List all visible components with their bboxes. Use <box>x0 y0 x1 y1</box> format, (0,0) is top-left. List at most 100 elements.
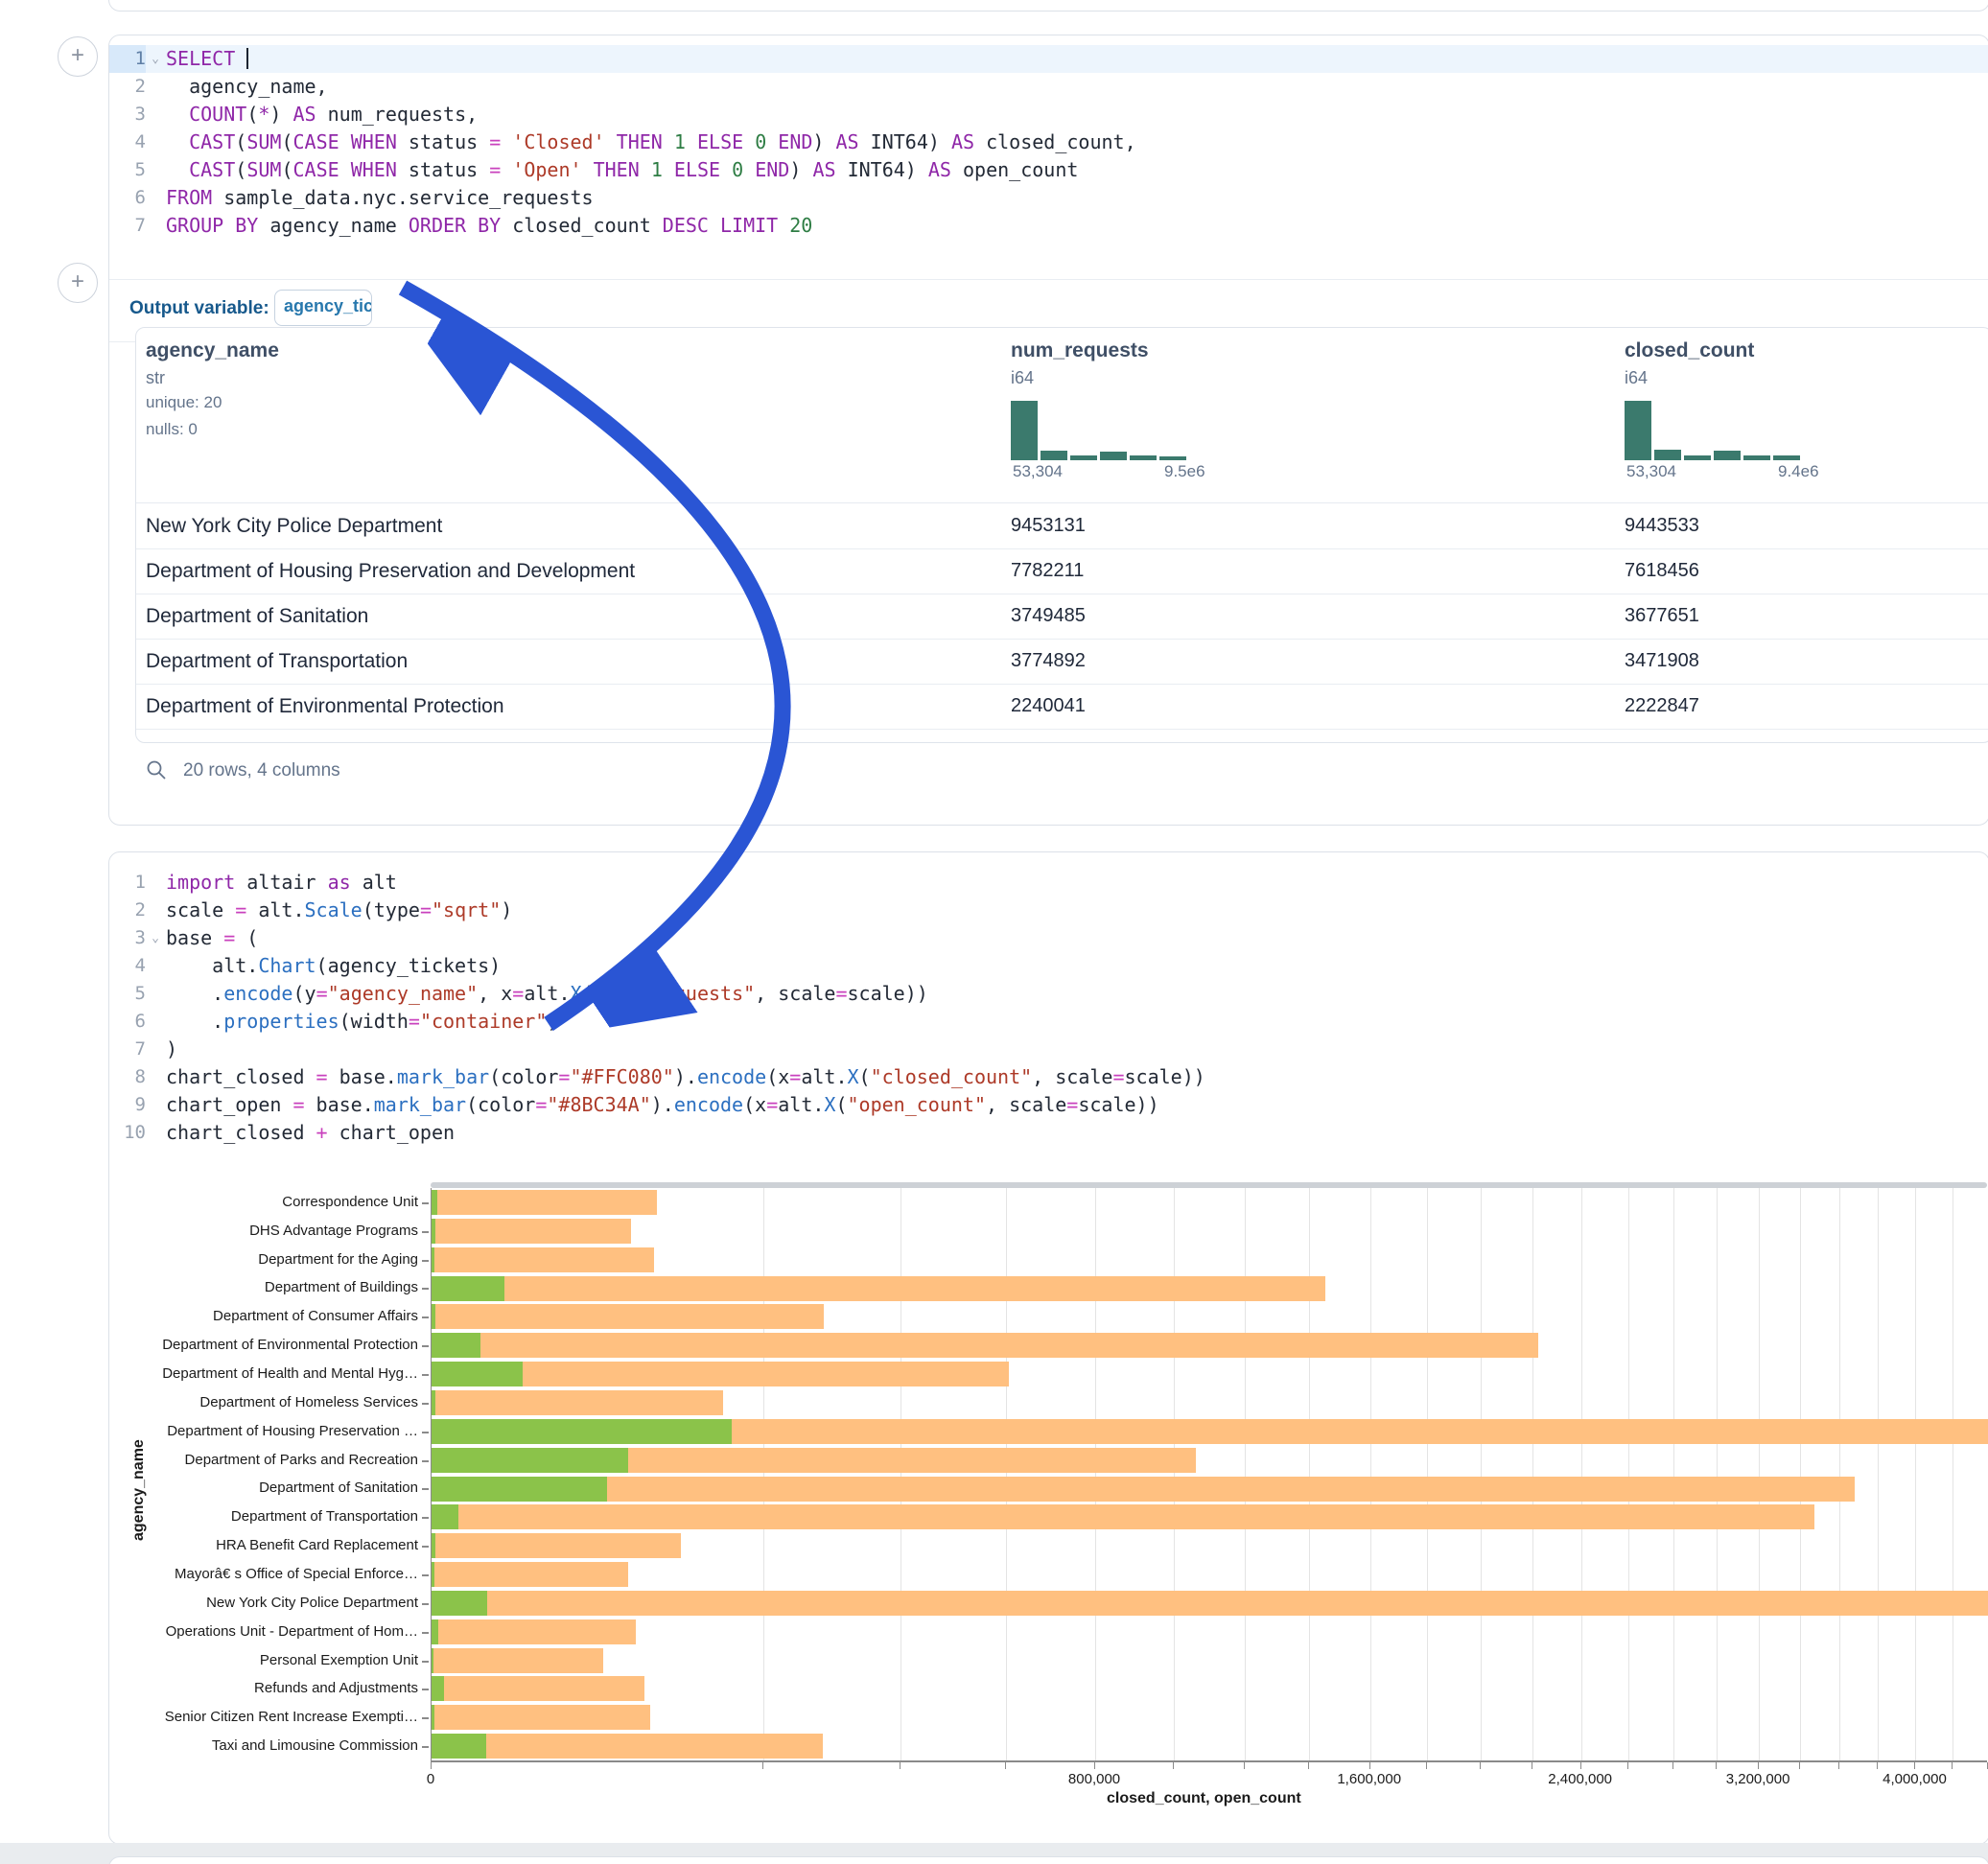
histogram-bar <box>1625 401 1651 460</box>
bar-open-count[interactable] <box>432 1276 504 1301</box>
bar-closed-count[interactable] <box>432 1705 650 1730</box>
column-type: str <box>146 368 165 388</box>
x-axis-tick-label: 0 <box>427 1771 434 1787</box>
bar-open-count[interactable] <box>432 1247 434 1272</box>
bar-open-count[interactable] <box>432 1562 434 1587</box>
line-number: 1 <box>109 45 146 73</box>
bar-open-count[interactable] <box>432 1504 458 1529</box>
bar-closed-count[interactable] <box>432 1619 636 1644</box>
bar-closed-count[interactable] <box>432 1219 631 1244</box>
table-row[interactable]: Department of Sanitation37494853677651 <box>136 594 1988 640</box>
chart-row <box>432 1417 1988 1446</box>
bar-open-count[interactable] <box>432 1619 438 1644</box>
y-axis-tick <box>422 1717 429 1719</box>
bar-open-count[interactable] <box>432 1591 487 1616</box>
table-cell: 3471908 <box>1625 650 1699 672</box>
bar-closed-count[interactable] <box>432 1734 823 1759</box>
chart-row <box>432 1274 1988 1303</box>
line-number: 2 <box>109 73 146 101</box>
y-axis-label: Refunds and Adjustments <box>109 1680 418 1696</box>
line-number: 6 <box>109 184 146 212</box>
histogram-bar <box>1159 456 1186 460</box>
bar-closed-count[interactable] <box>432 1333 1538 1358</box>
table-row[interactable]: Department of Environmental Protection22… <box>136 684 1988 730</box>
bar-open-count[interactable] <box>432 1219 435 1244</box>
bar-closed-count[interactable] <box>432 1562 628 1587</box>
bar-open-count[interactable] <box>432 1448 628 1473</box>
bar-closed-count[interactable] <box>432 1591 1988 1616</box>
table-row[interactable]: New York City Police Department945313194… <box>136 503 1988 549</box>
column-header[interactable]: num_requests <box>1011 339 1149 362</box>
fold-caret-icon[interactable]: ⌄ <box>148 45 163 73</box>
x-axis-tick <box>1580 1762 1581 1769</box>
bar-open-count[interactable] <box>432 1705 434 1730</box>
column-header[interactable]: agency_name <box>146 339 279 362</box>
bar-open-count[interactable] <box>432 1390 435 1415</box>
bar-closed-count[interactable] <box>432 1390 723 1415</box>
x-axis-tick-label: 800,000 <box>1068 1771 1120 1787</box>
x-axis-tick <box>1914 1762 1915 1769</box>
chart-row <box>432 1531 1988 1560</box>
chart-row <box>432 1331 1988 1360</box>
y-axis-tick <box>422 1403 429 1405</box>
x-axis-tick <box>1877 1762 1878 1769</box>
histogram-bar <box>1070 455 1097 460</box>
bar-open-count[interactable] <box>432 1419 732 1444</box>
bar-open-count[interactable] <box>432 1734 486 1759</box>
bar-open-count[interactable] <box>432 1333 480 1358</box>
histogram-bar <box>1011 401 1038 460</box>
table-cell: 3774892 <box>1011 650 1086 672</box>
text-cursor <box>246 48 248 69</box>
bar-open-count[interactable] <box>432 1648 433 1673</box>
sql-cell: 1⌄SELECT 2 agency_name,3 COUNT(*) AS num… <box>108 35 1988 826</box>
bar-closed-count[interactable] <box>432 1676 644 1701</box>
bar-closed-count[interactable] <box>432 1504 1814 1529</box>
bar-open-count[interactable] <box>432 1676 444 1701</box>
bar-closed-count[interactable] <box>432 1276 1325 1301</box>
code-text: base = ( <box>166 924 258 952</box>
column-header[interactable]: closed_count <box>1625 339 1754 362</box>
table-row[interactable]: Department of Transportation377489234719… <box>136 639 1988 685</box>
table-cell: New York City Police Department <box>146 515 442 538</box>
bar-closed-count[interactable] <box>432 1304 824 1329</box>
column-histogram[interactable]: 53,3049.4e6 <box>1625 403 1816 476</box>
line-number: 1 <box>109 869 146 897</box>
output-variable-pill[interactable]: agency_tickets <box>274 290 372 326</box>
bar-open-count[interactable] <box>432 1190 437 1215</box>
y-axis-label: HRA Benefit Card Replacement <box>109 1537 418 1553</box>
line-number: 6 <box>109 1008 146 1036</box>
code-text: FROM sample_data.nyc.service_requests <box>166 184 594 212</box>
fold-caret-icon[interactable]: ⌄ <box>148 924 163 952</box>
python-code-editor[interactable]: 1import altair as alt2scale = alt.Scale(… <box>109 869 1988 1147</box>
bar-open-count[interactable] <box>432 1362 523 1386</box>
bar-closed-count[interactable] <box>432 1247 654 1272</box>
bar-open-count[interactable] <box>432 1533 435 1558</box>
bar-closed-count[interactable] <box>432 1477 1855 1502</box>
chart-row <box>432 1703 1988 1732</box>
search-icon[interactable] <box>145 758 168 781</box>
code-text: ) <box>166 1036 177 1063</box>
bar-closed-count[interactable] <box>432 1533 681 1558</box>
add-cell-button-output[interactable]: + <box>58 263 98 303</box>
column-histogram[interactable]: 53,3049.5e6 <box>1011 403 1203 476</box>
table-cell: 9453131 <box>1011 515 1086 537</box>
code-text: CAST(SUM(CASE WHEN status = 'Closed' THE… <box>166 128 1136 156</box>
y-axis-label: Department for the Aging <box>109 1251 418 1268</box>
bar-closed-count[interactable] <box>432 1190 657 1215</box>
bar-open-count[interactable] <box>432 1304 435 1329</box>
chart-row <box>432 1217 1988 1246</box>
bar-open-count[interactable] <box>432 1477 607 1502</box>
table-row[interactable]: Department of Housing Preservation and D… <box>136 548 1988 594</box>
chart-row <box>432 1246 1988 1274</box>
add-cell-button-top[interactable]: + <box>58 36 98 77</box>
x-axis-tick <box>1308 1762 1309 1769</box>
bar-closed-count[interactable] <box>432 1648 603 1673</box>
table-cell: 7782211 <box>1011 560 1084 582</box>
code-line: 8chart_closed = base.mark_bar(color="#FF… <box>109 1063 1988 1091</box>
chart-row <box>432 1589 1988 1618</box>
y-axis-tick <box>422 1374 429 1376</box>
sql-code-editor[interactable]: 1⌄SELECT 2 agency_name,3 COUNT(*) AS num… <box>109 45 1988 240</box>
code-line: 4 alt.Chart(agency_tickets) <box>109 952 1988 980</box>
line-number: 3 <box>109 924 146 952</box>
table-header: agency_namestrunique: 20nulls: 0num_requ… <box>136 328 1988 503</box>
